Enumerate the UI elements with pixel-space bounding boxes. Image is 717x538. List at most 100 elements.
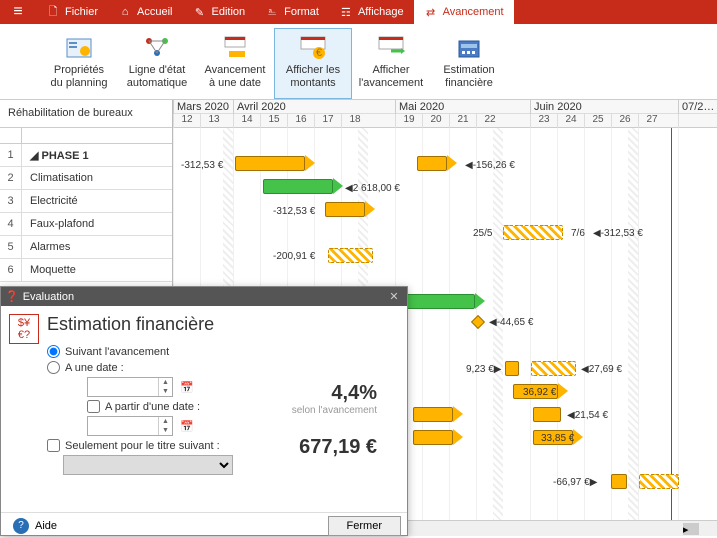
month-label: Mai 2020: [395, 100, 530, 114]
day-label: 21: [449, 114, 476, 128]
ribbon-auto[interactable]: Ligne d'étatautomatique: [118, 28, 196, 99]
day-label: 12: [173, 114, 200, 128]
tab-edit[interactable]: ✎Edition: [182, 0, 255, 24]
opt-follow-progress[interactable]: Suivant l'avancement: [47, 345, 399, 358]
arrow-icon: [558, 383, 568, 399]
amount-label: ◀-156,26 €: [465, 160, 515, 171]
month-label: Avril 2020: [233, 100, 395, 114]
day-label: 26: [611, 114, 638, 128]
grid-header: [0, 128, 172, 144]
amount-label: ◀27,69 €: [581, 364, 622, 375]
tab-display[interactable]: ☶Affichage: [329, 0, 414, 24]
date-label: 7/6: [571, 228, 585, 239]
milestone-icon: [471, 315, 485, 329]
day-label: 25: [584, 114, 611, 128]
task-row[interactable]: 4Faux-plafond: [0, 213, 172, 236]
amount-label: 36,92 €: [523, 387, 556, 398]
ribbon-date[interactable]: Avancementà une date: [196, 28, 274, 99]
arrow-icon: [447, 155, 457, 171]
bar: [531, 361, 576, 376]
amount-label: 33,85 €: [541, 433, 574, 444]
month-label: 07/2…: [678, 100, 717, 114]
amount-label: ◀-44,65 €: [489, 317, 533, 328]
bar: [503, 225, 563, 240]
month-label: Mars 2020: [173, 100, 233, 114]
amount-label: -312,53 €: [181, 160, 223, 171]
tab-progress[interactable]: ⇄Avancement: [414, 0, 514, 24]
arrow-icon: [365, 201, 375, 217]
day-label: 27: [638, 114, 665, 128]
bar: [405, 294, 475, 309]
help-icon[interactable]: ?: [13, 518, 29, 534]
day-label: 17: [314, 114, 341, 128]
task-row[interactable]: 2Climatisation: [0, 167, 172, 190]
ribbon-fin[interactable]: Estimationfinancière: [430, 28, 508, 99]
modal-window-title: Evaluation: [23, 291, 74, 303]
arrow-icon: [573, 429, 583, 445]
amount-label: ◀21,54 €: [567, 410, 608, 421]
bar: [413, 407, 453, 422]
ribbon-props[interactable]: Propriétésdu planning: [40, 28, 118, 99]
day-label: 13: [200, 114, 227, 128]
bar: [611, 474, 627, 489]
bar: [505, 361, 519, 376]
help-label[interactable]: Aide: [35, 520, 57, 532]
ribbon: Propriétésdu planningLigne d'étatautomat…: [0, 24, 717, 100]
modal-titlebar[interactable]: ❓ Evaluation ✕: [1, 287, 407, 306]
close-icon[interactable]: ✕: [385, 290, 403, 303]
menubar: ≡ 🗋Fichier⌂Accueil✎Edition⎁Format☶Affich…: [0, 0, 717, 24]
bar: [263, 179, 333, 194]
project-title: Réhabilitation de bureaux: [0, 100, 172, 128]
hamburger-menu[interactable]: ≡: [0, 0, 36, 24]
bar: [328, 248, 373, 263]
amount-label: -312,53 €: [273, 206, 315, 217]
bar: [417, 156, 447, 171]
evaluation-icon: $¥€?: [9, 314, 39, 344]
percent-value: 4,4%: [292, 382, 377, 405]
day-label: [678, 114, 705, 128]
amount-label: -66,97 €▶: [553, 477, 597, 488]
day-label: 23: [530, 114, 557, 128]
arrow-icon: [453, 429, 463, 445]
bar: [639, 474, 679, 489]
arrow-icon: [475, 293, 485, 309]
day-label: 22: [476, 114, 503, 128]
metrics: 4,4% selon l'avancement 677,19 €: [292, 382, 377, 459]
timeline-header: Mars 2020Avril 2020Mai 2020Juin 202007/2…: [173, 100, 717, 128]
title-select[interactable]: [63, 455, 233, 475]
day-label: 24: [557, 114, 584, 128]
calendar-icon[interactable]: 📅: [178, 378, 196, 396]
tab-file[interactable]: 🗋Fichier: [36, 0, 108, 24]
amount-value: 677,19 €: [292, 436, 377, 459]
day-label: 15: [260, 114, 287, 128]
bar: [533, 407, 561, 422]
tab-home[interactable]: ⌂Accueil: [108, 0, 182, 24]
arrow-icon: [333, 178, 343, 194]
close-button[interactable]: Fermer: [328, 516, 401, 536]
date-input-2[interactable]: ▲▼: [87, 416, 173, 436]
amount-label: ◀2 618,00 €: [345, 183, 400, 194]
bar: [235, 156, 305, 171]
opt-at-date[interactable]: A une date :: [47, 361, 399, 374]
bar: [413, 430, 453, 445]
task-row[interactable]: 6Moquette: [0, 259, 172, 282]
task-row[interactable]: 5Alarmes: [0, 236, 172, 259]
day-label: 16: [287, 114, 314, 128]
day-label: 20: [422, 114, 449, 128]
date-input-1[interactable]: ▲▼: [87, 377, 173, 397]
task-row[interactable]: 3Electricité: [0, 190, 172, 213]
svg-text:€: €: [316, 47, 322, 59]
calendar-icon[interactable]: 📅: [178, 417, 196, 435]
task-row[interactable]: 1◢ PHASE 1: [0, 144, 172, 167]
ribbon-amounts[interactable]: €Afficher lesmontants: [274, 28, 352, 99]
ribbon-showprog[interactable]: Afficherl'avancement: [352, 28, 430, 99]
amount-label: -200,91 €: [273, 251, 315, 262]
day-label: 19: [395, 114, 422, 128]
bar: [325, 202, 365, 217]
day-label: 18: [341, 114, 368, 128]
day-label: 14: [233, 114, 260, 128]
help-icon[interactable]: ❓: [5, 290, 19, 303]
amount-label: 9,23 €▶: [466, 364, 502, 375]
tab-format[interactable]: ⎁Format: [255, 0, 329, 24]
arrow-icon: [305, 155, 315, 171]
